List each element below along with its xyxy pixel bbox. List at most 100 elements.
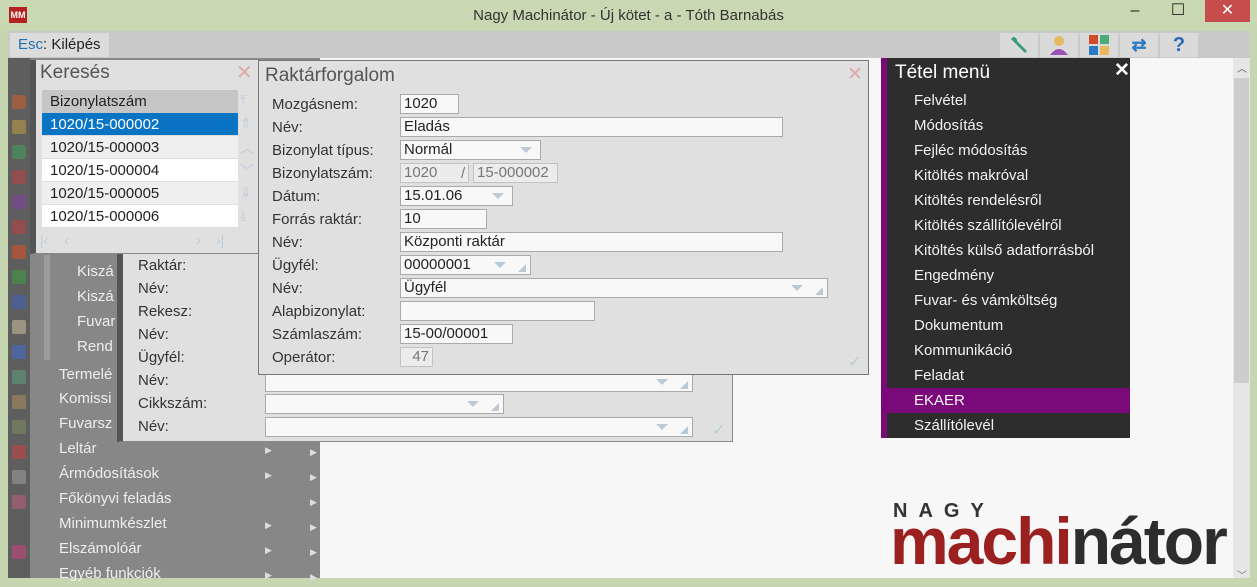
menu-item-fuvar-vamkoltseg[interactable]: Fuvar- és vámköltség [914,288,1057,313]
menu-item[interactable]: Elszámolóár [59,540,142,557]
result-row[interactable]: 1020/15-000005 [42,182,238,205]
menu-item[interactable]: Egyéb funkciók [59,565,161,582]
menu-item-kitoltes-makroval[interactable]: Kitöltés makróval [914,163,1028,188]
swap-icon: ⇄ [1131,35,1147,55]
row-down-icon[interactable]: ﹀ [240,161,254,181]
module-icon[interactable] [12,295,26,309]
module-icon[interactable] [12,245,26,259]
close-icon[interactable]: ✕ [847,63,863,86]
confirm-check-icon[interactable]: ✓ [848,352,861,372]
movement-name-input[interactable]: Eladás [400,117,783,137]
last-page-icon[interactable]: ›| [216,232,224,248]
module-icon[interactable] [12,420,26,434]
result-row-selected[interactable]: 1020/15-000002 [42,113,238,136]
module-icon[interactable] [12,120,26,134]
swap-button[interactable]: ⇄ [1120,33,1158,57]
customer-name-select[interactable]: Ügyfél [400,278,828,298]
menu-item-kitoltes-kulso[interactable]: Kitöltés külső adatforrásból [914,238,1094,263]
menu-subitem[interactable]: Fuvar [77,313,115,330]
date-picker[interactable]: 15.01.06 [400,186,513,206]
menu-item-modositas[interactable]: Módosítás [914,113,983,138]
column-header[interactable]: Bizonylatszám [42,90,238,113]
menu-item-kommunikacio[interactable]: Kommunikáció [914,338,1012,363]
module-icon[interactable] [12,170,26,184]
help-button[interactable]: ? [1160,33,1198,57]
settings-button[interactable] [1000,33,1038,57]
customer-value: 00000001 [404,256,471,273]
menu-item-fejlec-modositas[interactable]: Fejléc módosítás [914,138,1027,163]
user-button[interactable] [1040,33,1078,57]
minimize-button[interactable]: – [1115,0,1155,22]
menu-item-ekaer[interactable]: EKAER [914,388,965,413]
module-icon[interactable] [12,445,26,459]
module-icon[interactable] [12,345,26,359]
close-window-button[interactable]: ✕ [1205,0,1250,22]
menu-item-kitoltes-rendelesrol[interactable]: Kitöltés rendelésről [914,188,1042,213]
prev-page-icon[interactable]: ‹ [64,232,69,248]
module-icon[interactable] [12,395,26,409]
menu-item-szallitolevel[interactable]: Szállítólevél [914,413,994,438]
document-type-select[interactable]: Normál [400,140,541,160]
result-row[interactable]: 1020/15-000003 [42,136,238,159]
invoice-number-input[interactable]: 15-00/00001 [400,324,513,344]
result-row[interactable]: 1020/15-000006 [42,205,238,228]
menu-item-feladat[interactable]: Feladat [914,363,964,388]
source-warehouse-input[interactable]: 10 [400,209,487,229]
field-label: Bizonylatszám: [272,165,373,182]
menu-subitem[interactable]: Kiszá [77,288,114,305]
scroll-top-icon[interactable]: ⤒ [240,92,246,109]
page-down-icon[interactable]: ⇓ [240,184,252,201]
base-document-input[interactable] [400,301,595,321]
menu-item[interactable]: Komissi [59,390,112,407]
menu-item[interactable]: Főkönyvi feladás [59,490,172,507]
menu-subitem[interactable]: Kiszá [77,263,114,280]
close-icon[interactable]: ✕ [1114,59,1130,82]
menu-item[interactable]: Minimumkészlet [59,515,167,532]
menu-item-kitoltes-szallitolevelrol[interactable]: Kitöltés szállítólevélről [914,213,1062,238]
scrollbar-thumb[interactable] [1234,78,1249,383]
module-icon[interactable] [12,370,26,384]
confirm-check-icon[interactable]: ✓ [712,420,725,440]
submenu-arrow-icon: ▶ [310,547,317,557]
scroll-up-icon[interactable]: ︿ [1237,60,1247,75]
module-icon[interactable] [12,545,26,559]
module-icon[interactable] [12,320,26,334]
exit-button[interactable]: Esc: Kilépés [10,33,109,57]
module-icon[interactable] [12,270,26,284]
maximize-button[interactable]: ☐ [1158,0,1198,22]
result-row[interactable]: 1020/15-000004 [42,159,238,182]
next-page-icon[interactable]: › [196,232,201,248]
menu-item-dokumentum[interactable]: Dokumentum [914,313,1003,338]
module-icon[interactable] [12,195,26,209]
module-icon[interactable] [12,95,26,109]
document-number-input: 15-000002 [473,163,558,183]
menu-item[interactable]: Ármódosítások [59,465,159,482]
customer-name-select[interactable] [265,372,693,392]
item-name-select[interactable] [265,417,693,437]
help-icon: ? [1172,34,1186,56]
module-icon[interactable] [12,145,26,159]
scroll-bottom-icon[interactable]: ⤓ [240,207,246,224]
logo-wordmark: machinátor [890,506,1228,576]
item-number-select[interactable] [265,394,504,414]
module-icon[interactable] [12,495,26,509]
first-page-icon[interactable]: |‹ [40,232,48,248]
esc-key-label: Esc [18,36,44,53]
warehouse-name-input[interactable]: Központi raktár [400,232,783,252]
movement-type-input[interactable]: 1020 [400,94,459,114]
page-up-icon[interactable]: ⇑ [240,115,252,132]
menu-item[interactable]: Fuvarsz [59,415,112,432]
module-icon[interactable] [12,220,26,234]
row-up-icon[interactable]: ︿ [240,138,254,158]
menu-item-engedmeny[interactable]: Engedmény [914,263,994,288]
menu-item[interactable]: Termelé [59,366,112,383]
scroll-down-icon[interactable]: ﹀ [1237,567,1247,582]
menu-item[interactable]: Leltár [59,440,97,457]
module-icon[interactable] [12,470,26,484]
field-label: Raktár: [138,257,187,274]
menu-subitem[interactable]: Rend [77,338,113,355]
menu-item-felvetel[interactable]: Felvétel [914,88,967,113]
customer-select[interactable]: 00000001 [400,255,531,275]
close-icon[interactable]: ✕ [236,60,253,85]
modules-button[interactable] [1080,33,1118,57]
